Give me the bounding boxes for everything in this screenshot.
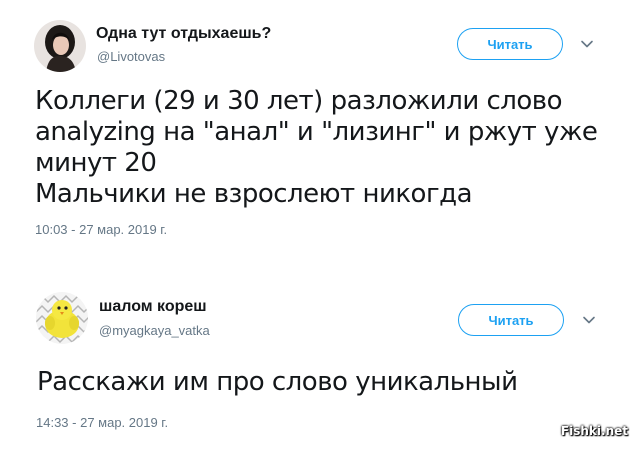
avatar[interactable]: [36, 292, 88, 344]
tweet-1: Одна тут отдыхаешь? @Livotovas Читать Ко…: [0, 0, 634, 250]
display-name[interactable]: шалом кореш: [99, 298, 207, 316]
chevron-down-icon[interactable]: [579, 36, 595, 52]
tweet-text: Коллеги (29 и 30 лет) разложили слово an…: [35, 86, 598, 209]
tweet-2: шалом кореш @myagkaya_vatka Читать Расск…: [0, 268, 634, 452]
follow-button[interactable]: Читать: [458, 304, 564, 336]
timestamp[interactable]: 10:03 - 27 мар. 2019 г.: [35, 222, 167, 237]
chevron-down-icon[interactable]: [581, 312, 597, 328]
timestamp[interactable]: 14:33 - 27 мар. 2019 г.: [36, 415, 168, 430]
user-handle[interactable]: @myagkaya_vatka: [99, 323, 210, 338]
user-photo-avatar-icon: [34, 20, 86, 72]
follow-button[interactable]: Читать: [457, 28, 563, 60]
avatar[interactable]: [34, 20, 86, 72]
user-handle[interactable]: @Livotovas: [97, 49, 165, 64]
tweet-text: Расскажи им про слово уникальный: [37, 367, 518, 397]
display-name[interactable]: Одна тут отдыхаешь?: [96, 25, 271, 43]
watermark: Fishki.net: [560, 424, 628, 438]
yellow-bird-avatar-icon: [36, 292, 88, 344]
